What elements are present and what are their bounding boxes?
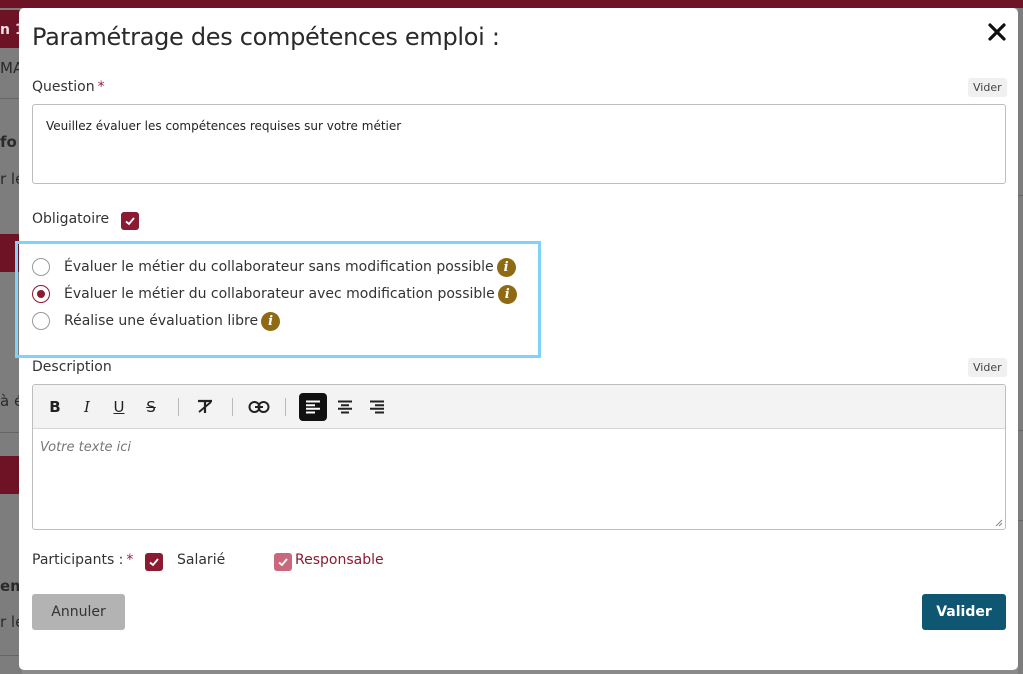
participant-responsable-checkbox[interactable] — [274, 553, 292, 571]
check-icon — [278, 558, 288, 567]
competences-settings-modal: Paramétrage des compétences emploi : Que… — [15, 8, 1018, 670]
align-left-icon[interactable] — [299, 393, 327, 421]
background-fragment: fo — [0, 133, 17, 151]
close-button[interactable] — [985, 20, 1009, 44]
check-icon — [149, 558, 159, 567]
question-label: Question * — [32, 79, 105, 95]
strikethrough-icon[interactable]: S — [137, 393, 165, 421]
question-clear-button[interactable]: Vider — [968, 78, 1007, 97]
radio-button-selected[interactable] — [32, 285, 50, 303]
evaluation-option[interactable]: Évaluer le métier du collaborateur avec … — [32, 283, 517, 305]
radio-button[interactable] — [32, 312, 50, 330]
required-mark: * — [126, 552, 134, 568]
toolbar-separator — [285, 398, 286, 416]
mandatory-checkbox[interactable] — [121, 212, 139, 230]
background-divider — [1018, 520, 1023, 521]
toolbar-separator — [232, 398, 233, 416]
description-clear-button[interactable]: Vider — [968, 358, 1007, 377]
participant-salarie-checkbox[interactable] — [145, 553, 163, 571]
editor-toolbar: B I U S — [33, 385, 1005, 429]
link-icon[interactable] — [245, 393, 273, 421]
mandatory-label: Obligatoire — [32, 211, 110, 227]
participant-salarie-label: Salarié — [177, 552, 226, 568]
bold-icon[interactable]: B — [41, 393, 69, 421]
info-icon[interactable]: i — [496, 257, 516, 277]
evaluation-option[interactable]: Évaluer le métier du collaborateur sans … — [32, 256, 516, 278]
info-icon[interactable]: i — [261, 311, 281, 331]
validate-button[interactable]: Valider — [922, 594, 1006, 630]
resize-grip-icon[interactable] — [993, 517, 1003, 527]
italic-icon[interactable]: I — [73, 393, 101, 421]
toolbar-separator — [178, 398, 179, 416]
check-icon — [125, 217, 135, 226]
align-right-icon[interactable] — [363, 393, 391, 421]
description-editor: B I U S Votre texte ici — [32, 384, 1006, 530]
question-field[interactable]: Veuillez évaluer les compétences requise… — [32, 104, 1006, 184]
align-center-icon[interactable] — [331, 393, 359, 421]
required-mark: * — [97, 79, 105, 95]
close-icon — [988, 23, 1006, 41]
cancel-button[interactable]: Annuler — [32, 594, 125, 630]
evaluation-option[interactable]: Réalise une évaluation libre i — [32, 310, 281, 332]
background-divider — [1018, 430, 1023, 431]
info-icon[interactable]: i — [497, 284, 517, 304]
evaluation-option-label: Réalise une évaluation libre — [64, 313, 259, 329]
evaluation-option-label: Évaluer le métier du collaborateur sans … — [64, 259, 494, 275]
clear-format-icon[interactable] — [191, 393, 219, 421]
background-top-bar — [0, 0, 1023, 8]
participants-label: Participants : * — [32, 552, 134, 568]
underline-icon[interactable]: U — [105, 393, 133, 421]
radio-button[interactable] — [32, 258, 50, 276]
participant-responsable-label: Responsable — [295, 552, 384, 568]
evaluation-option-label: Évaluer le métier du collaborateur avec … — [64, 286, 495, 302]
background-divider — [1018, 195, 1023, 196]
description-label: Description — [32, 359, 112, 375]
description-text-area[interactable]: Votre texte ici — [33, 429, 1005, 529]
background-right-strip — [1018, 8, 1023, 674]
modal-title: Paramétrage des compétences emploi : — [32, 23, 500, 51]
